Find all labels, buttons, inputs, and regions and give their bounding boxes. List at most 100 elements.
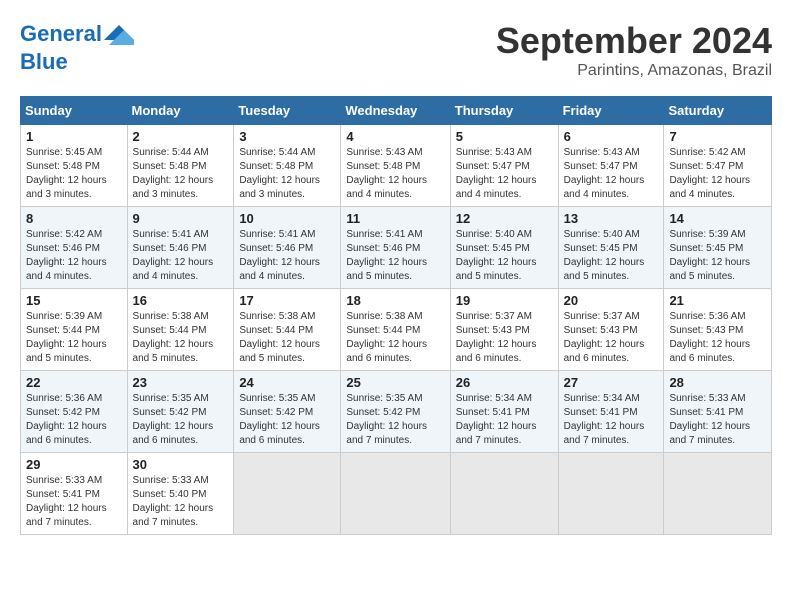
header-thursday: Thursday [450,97,558,125]
table-row: 18 Sunrise: 5:38 AMSunset: 5:44 PMDayligh… [341,289,450,371]
table-row [558,453,664,535]
calendar-week-row: 15 Sunrise: 5:39 AMSunset: 5:44 PMDayligh… [21,289,772,371]
table-row: 4 Sunrise: 5:43 AMSunset: 5:48 PMDaylight… [341,125,450,207]
day-number: 9 [133,211,229,226]
header-tuesday: Tuesday [234,97,341,125]
day-info: Sunrise: 5:41 AMSunset: 5:46 PMDaylight:… [239,228,335,284]
day-number: 27 [564,375,659,390]
logo: General Blue [20,20,134,74]
table-row: 15 Sunrise: 5:39 AMSunset: 5:44 PMDayligh… [21,289,128,371]
day-number: 11 [346,211,444,226]
day-number: 10 [239,211,335,226]
day-info: Sunrise: 5:42 AMSunset: 5:46 PMDaylight:… [26,228,122,284]
table-row: 5Sunrise: 5:43 AMSunset: 5:47 PMDaylight… [450,125,558,207]
day-number: 5 [456,129,553,144]
calendar-week-row: 8 Sunrise: 5:42 AMSunset: 5:46 PMDaylight… [21,207,772,289]
table-row [341,453,450,535]
table-row: 29Sunrise: 5:33 AMSunset: 5:41 PMDayligh… [21,453,128,535]
day-info: Sunrise: 5:37 AMSunset: 5:43 PMDaylight:… [564,310,659,366]
day-number: 22 [26,375,122,390]
day-info: Sunrise: 5:44 AMSunset: 5:48 PMDaylight:… [239,146,335,202]
day-info: Sunrise: 5:35 AMSunset: 5:42 PMDaylight:… [239,392,335,448]
day-info: Sunrise: 5:39 AMSunset: 5:44 PMDaylight:… [26,310,122,366]
logo-blue-text: Blue [20,50,134,74]
day-number: 20 [564,293,659,308]
day-number: 21 [669,293,766,308]
table-row: 8 Sunrise: 5:42 AMSunset: 5:46 PMDaylight… [21,207,128,289]
calendar-header-row: Sunday Monday Tuesday Wednesday Thursday… [21,97,772,125]
day-number: 4 [346,129,444,144]
table-row: 14 Sunrise: 5:39 AMSunset: 5:45 PMDayligh… [664,207,772,289]
day-number: 13 [564,211,659,226]
table-row: 27 Sunrise: 5:34 AMSunset: 5:41 PMDayligh… [558,371,664,453]
day-number: 23 [133,375,229,390]
table-row: 28 Sunrise: 5:33 AMSunset: 5:41 PMDayligh… [664,371,772,453]
day-info: Sunrise: 5:40 AMSunset: 5:45 PMDaylight:… [456,228,553,284]
table-row [234,453,341,535]
table-row: 12 Sunrise: 5:40 AMSunset: 5:45 PMDayligh… [450,207,558,289]
day-number: 17 [239,293,335,308]
calendar-week-row: 1Sunrise: 5:45 AMSunset: 5:48 PMDaylight… [21,125,772,207]
day-info: Sunrise: 5:40 AMSunset: 5:45 PMDaylight:… [564,228,659,284]
page-header: General Blue September 2024 Parintins, A… [20,20,772,80]
day-info: Sunrise: 5:33 AMSunset: 5:41 PMDaylight:… [669,392,766,448]
table-row: 20 Sunrise: 5:37 AMSunset: 5:43 PMDayligh… [558,289,664,371]
table-row: 11 Sunrise: 5:41 AMSunset: 5:46 PMDayligh… [341,207,450,289]
day-number: 15 [26,293,122,308]
table-row [450,453,558,535]
header-friday: Friday [558,97,664,125]
table-row: 2 Sunrise: 5:44 AMSunset: 5:48 PMDaylight… [127,125,234,207]
day-info: Sunrise: 5:36 AMSunset: 5:43 PMDaylight:… [669,310,766,366]
day-info: Sunrise: 5:43 AMSunset: 5:48 PMDaylight:… [346,146,444,202]
table-row: 23 Sunrise: 5:35 AMSunset: 5:42 PMDayligh… [127,371,234,453]
day-number: 8 [26,211,122,226]
logo-text: General [20,20,134,50]
header-saturday: Saturday [664,97,772,125]
day-number: 3 [239,129,335,144]
day-number: 14 [669,211,766,226]
table-row: 10 Sunrise: 5:41 AMSunset: 5:46 PMDayligh… [234,207,341,289]
table-row: 22 Sunrise: 5:36 AMSunset: 5:42 PMDayligh… [21,371,128,453]
table-row: 25Sunrise: 5:35 AMSunset: 5:42 PMDayligh… [341,371,450,453]
month-title: September 2024 [496,20,772,62]
day-info: Sunrise: 5:35 AMSunset: 5:42 PMDaylight:… [133,392,229,448]
day-info: Sunrise: 5:39 AMSunset: 5:45 PMDaylight:… [669,228,766,284]
day-number: 12 [456,211,553,226]
day-number: 7 [669,129,766,144]
day-number: 26 [456,375,553,390]
day-number: 28 [669,375,766,390]
day-number: 24 [239,375,335,390]
table-row: 13 Sunrise: 5:40 AMSunset: 5:45 PMDayligh… [558,207,664,289]
day-info: Sunrise: 5:44 AMSunset: 5:48 PMDaylight:… [133,146,229,202]
table-row: 16Sunrise: 5:38 AMSunset: 5:44 PMDayligh… [127,289,234,371]
day-info: Sunrise: 5:45 AMSunset: 5:48 PMDaylight:… [26,146,122,202]
table-row: 21 Sunrise: 5:36 AMSunset: 5:43 PMDayligh… [664,289,772,371]
table-row: 7Sunrise: 5:42 AMSunset: 5:47 PMDaylight… [664,125,772,207]
day-info: Sunrise: 5:33 AMSunset: 5:41 PMDaylight:… [26,474,122,530]
day-number: 18 [346,293,444,308]
day-number: 6 [564,129,659,144]
day-number: 2 [133,129,229,144]
table-row [664,453,772,535]
table-row: 6 Sunrise: 5:43 AMSunset: 5:47 PMDaylight… [558,125,664,207]
table-row: 3 Sunrise: 5:44 AMSunset: 5:48 PMDaylight… [234,125,341,207]
location-subtitle: Parintins, Amazonas, Brazil [496,62,772,80]
calendar-week-row: 22 Sunrise: 5:36 AMSunset: 5:42 PMDayligh… [21,371,772,453]
day-info: Sunrise: 5:38 AMSunset: 5:44 PMDaylight:… [239,310,335,366]
day-info: Sunrise: 5:38 AMSunset: 5:44 PMDaylight:… [346,310,444,366]
day-info: Sunrise: 5:35 AMSunset: 5:42 PMDaylight:… [346,392,444,448]
table-row: 24 Sunrise: 5:35 AMSunset: 5:42 PMDayligh… [234,371,341,453]
day-info: Sunrise: 5:43 AMSunset: 5:47 PMDaylight:… [564,146,659,202]
day-info: Sunrise: 5:41 AMSunset: 5:46 PMDaylight:… [133,228,229,284]
table-row: 19Sunrise: 5:37 AMSunset: 5:43 PMDayligh… [450,289,558,371]
day-info: Sunrise: 5:36 AMSunset: 5:42 PMDaylight:… [26,392,122,448]
day-info: Sunrise: 5:41 AMSunset: 5:46 PMDaylight:… [346,228,444,284]
day-info: Sunrise: 5:34 AMSunset: 5:41 PMDaylight:… [564,392,659,448]
calendar-table: Sunday Monday Tuesday Wednesday Thursday… [20,96,772,535]
day-info: Sunrise: 5:33 AMSunset: 5:40 PMDaylight:… [133,474,229,530]
header-wednesday: Wednesday [341,97,450,125]
day-number: 30 [133,457,229,472]
day-info: Sunrise: 5:37 AMSunset: 5:43 PMDaylight:… [456,310,553,366]
table-row: 1Sunrise: 5:45 AMSunset: 5:48 PMDaylight… [21,125,128,207]
day-info: Sunrise: 5:38 AMSunset: 5:44 PMDaylight:… [133,310,229,366]
